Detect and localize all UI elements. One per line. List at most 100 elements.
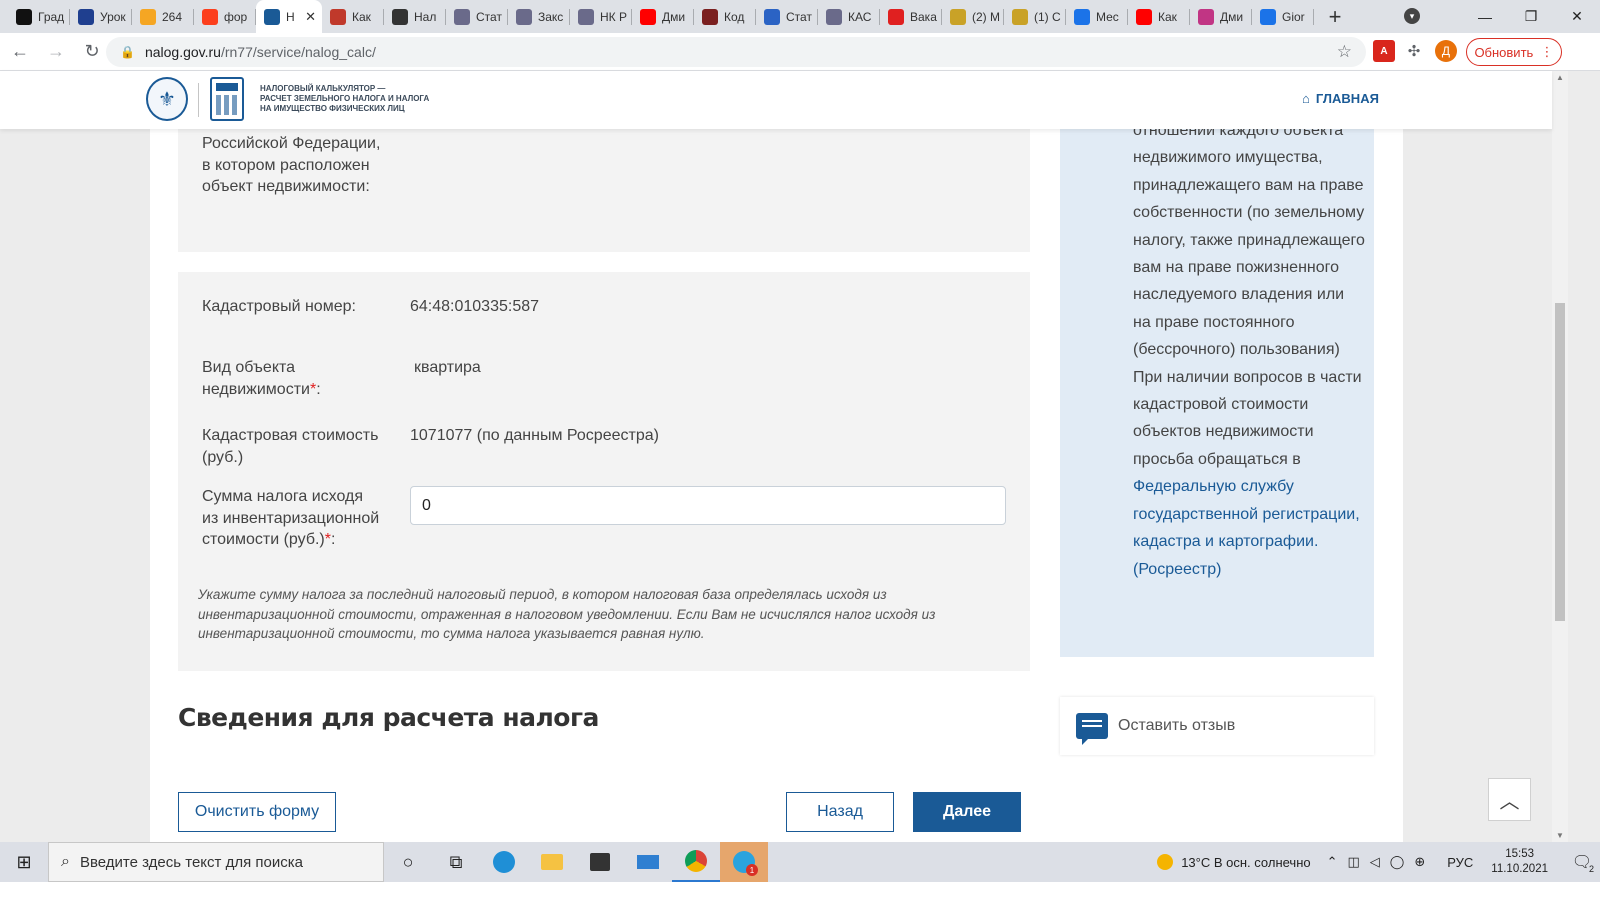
url-path: /rn77/service/nalog_calc/ (220, 44, 376, 60)
browser-tab[interactable]: Вака (880, 0, 942, 33)
header-divider (198, 83, 199, 117)
weather-widget[interactable]: 13°C В осн. солнечно (1157, 854, 1311, 870)
browser-tab[interactable]: Как (1128, 0, 1190, 33)
nalog-icon (826, 8, 842, 25)
fns-emblem-icon[interactable]: ⚜ (146, 77, 188, 121)
bookmark-star-icon[interactable]: ☆ (1337, 42, 1352, 62)
tab-search-icon[interactable]: ▾ (1404, 8, 1420, 24)
lock-icon[interactable]: 🔒 (120, 45, 135, 59)
scrollbar-thumb[interactable] (1555, 303, 1565, 621)
page-scrollbar[interactable]: ▲ ▼ (1552, 71, 1568, 842)
back-arrow-icon[interactable]: ← (4, 36, 36, 68)
hh-icon (888, 8, 904, 25)
browser-tab[interactable]: Как (322, 0, 384, 33)
windows-start-icon[interactable]: ⊞ (0, 842, 48, 882)
browser-tab[interactable]: Дми (1190, 0, 1252, 33)
cortana-icon[interactable]: ○ (384, 842, 432, 882)
tab-label: фор (224, 9, 248, 24)
close-tab-icon[interactable]: ✕ (305, 9, 316, 25)
scroll-down-arrow-icon[interactable]: ▼ (1556, 831, 1564, 840)
object-type-label: Вид объекта недвижимости*: (202, 357, 382, 400)
mail-icon[interactable] (624, 842, 672, 882)
tab-label: Н (286, 9, 295, 24)
browser-tab[interactable]: Стат (756, 0, 818, 33)
task-view-icon[interactable]: ⧉ (432, 842, 480, 882)
browser-tab[interactable]: (2) М (942, 0, 1004, 33)
browser-tab[interactable]: Град (8, 0, 70, 33)
url-host: nalog.gov.ru (144, 44, 221, 60)
extensions-puzzle-icon[interactable]: ✣ (1403, 40, 1425, 62)
page-content: Российской Федерации, в котором располож… (150, 129, 1403, 842)
nav-home-label: ГЛАВНАЯ (1315, 91, 1379, 106)
site-title[interactable]: НАЛОГОВЫЙ КАЛЬКУЛЯТОР — РАСЧЕТ ЗЕМЕЛЬНОГ… (260, 84, 430, 114)
site-title-line: НА ИМУЩЕСТВО ФИЗИЧЕСКИХ ЛИЦ (260, 104, 405, 113)
kebab-menu-icon: ⋮ (1540, 44, 1554, 59)
tab-label: (2) М (972, 9, 1000, 24)
chevron-up-icon: ︿ (1499, 791, 1520, 813)
browser-tab[interactable]: 264 (132, 0, 194, 33)
pause-icon (1074, 8, 1090, 25)
tab-label: НК Р (600, 9, 627, 24)
clear-form-button[interactable]: Очистить форму (178, 792, 336, 832)
clock-date: 11.10.2021 (1491, 863, 1548, 875)
leave-feedback-button[interactable]: Оставить отзыв (1060, 697, 1374, 755)
pdf-extension-icon[interactable]: A (1373, 40, 1395, 62)
section-title: Сведения для расчета налога (178, 703, 599, 732)
notif-count: 2 (1588, 864, 1594, 874)
tray-icons[interactable]: ⌃◫◁◯⊕ (1327, 854, 1436, 870)
hh-icon (330, 8, 346, 25)
browser-tab[interactable]: Н ✕ (256, 0, 322, 33)
browser-tab[interactable]: Gior (1252, 0, 1314, 33)
browser-tab[interactable]: Урок (70, 0, 132, 33)
language-indicator[interactable]: РУС (1447, 855, 1473, 870)
telegram-icon[interactable]: 1 (720, 842, 768, 882)
nav-home-link[interactable]: ⌂ ГЛАВНАЯ (1302, 91, 1379, 106)
taskbar-search-box[interactable]: ⌕ Введите здесь текст для поиска (48, 842, 384, 882)
shield-icon (950, 8, 966, 25)
weather-text: 13°C В осн. солнечно (1181, 854, 1311, 870)
clock[interactable]: 15:53 11.10.2021 (1491, 847, 1548, 877)
nalog-icon (516, 8, 532, 25)
store-icon[interactable] (576, 842, 624, 882)
browser-tab[interactable]: КАС (818, 0, 880, 33)
browser-tab[interactable]: НК Р (570, 0, 632, 33)
browser-tab[interactable]: Дми (632, 0, 694, 33)
scroll-to-top-button[interactable]: ︿ (1488, 778, 1531, 821)
rosreestr-link[interactable]: Федеральную службу государственной регис… (1133, 478, 1360, 577)
mail-icon (140, 8, 156, 25)
reload-icon[interactable]: ↻ (76, 36, 108, 68)
browser-tab[interactable]: Стат (446, 0, 508, 33)
new-tab-button[interactable]: + (1320, 0, 1350, 33)
shield-icon (1012, 8, 1028, 25)
file-explorer-icon[interactable] (528, 842, 576, 882)
browser-tab[interactable]: (1) С (1004, 0, 1066, 33)
browser-tab[interactable]: Код (694, 0, 756, 33)
chrome-icon[interactable] (672, 842, 720, 882)
sun-icon (1157, 854, 1174, 870)
browser-tab[interactable]: Мес (1066, 0, 1128, 33)
tab-label: Gior (1282, 9, 1305, 24)
browser-tab[interactable]: Закс (508, 0, 570, 33)
scroll-up-arrow-icon[interactable]: ▲ (1556, 73, 1564, 82)
browser-tab[interactable]: фор (194, 0, 256, 33)
update-browser-button[interactable]: Обновить ⋮ (1466, 38, 1562, 66)
system-tray: 13°C В осн. солнечно ⌃◫◁◯⊕ РУС 15:53 11.… (1157, 842, 1600, 882)
profile-avatar[interactable]: Д (1435, 40, 1457, 62)
edge-browser-icon[interactable] (480, 842, 528, 882)
notifications-icon[interactable]: 🗨 2 (1564, 852, 1600, 874)
next-button[interactable]: Далее (913, 792, 1021, 832)
calculator-logo-icon[interactable] (210, 77, 244, 121)
telegram-badge: 1 (746, 864, 758, 876)
chat-bubble-icon (1076, 713, 1108, 745)
back-button[interactable]: Назад (786, 792, 894, 832)
tab-label: Закс (538, 9, 564, 24)
close-window-icon[interactable]: ✕ (1554, 8, 1600, 25)
tax-sum-input[interactable] (410, 486, 1006, 525)
address-bar[interactable]: 🔒 nalog.gov.ru /rn77/service/nalog_calc/… (106, 37, 1366, 67)
browser-tab[interactable]: Нал (384, 0, 446, 33)
minimize-icon[interactable]: — (1462, 9, 1508, 25)
update-label: Обновить (1474, 44, 1534, 60)
forward-arrow-icon[interactable]: → (40, 36, 72, 68)
tab-label: Как (1158, 9, 1177, 24)
restore-icon[interactable]: ❐ (1508, 8, 1554, 25)
